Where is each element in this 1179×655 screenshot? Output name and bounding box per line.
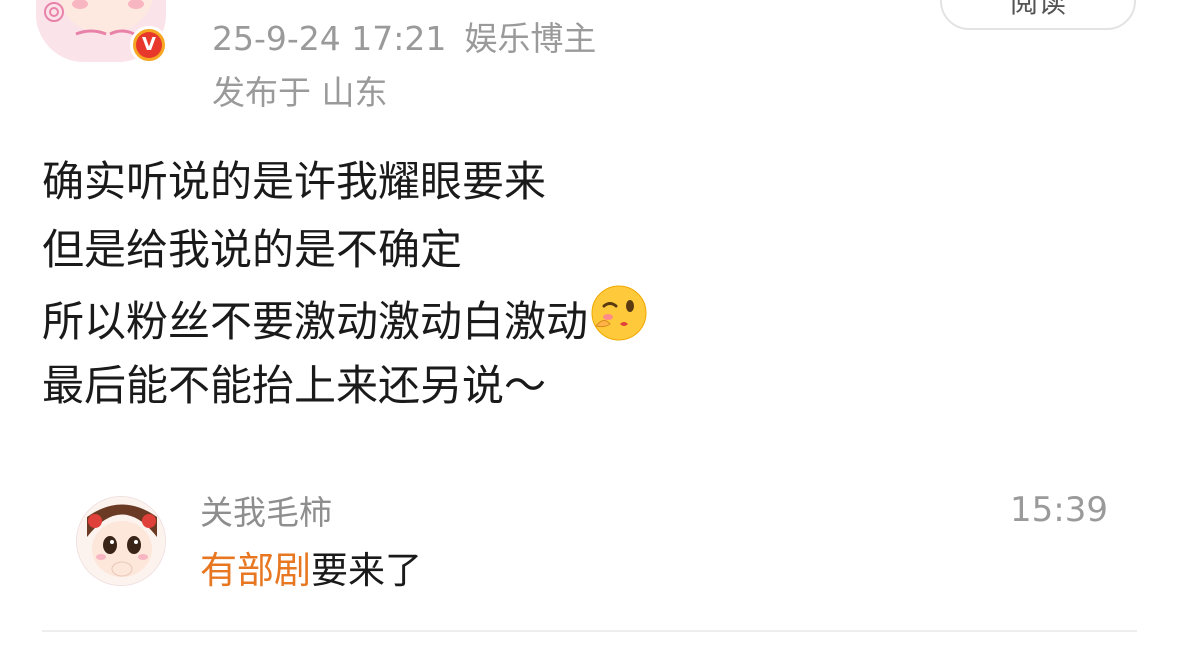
comment-text: 有部剧要来了 xyxy=(200,540,422,594)
read-button[interactable]: 阅读 xyxy=(940,0,1136,30)
cartoon-girl-commenter-icon xyxy=(77,497,165,585)
verified-badge-icon: V xyxy=(130,26,168,64)
post-line-3-row: 所以粉丝不要激动激动白激动 xyxy=(42,284,648,352)
post-line-3: 所以粉丝不要激动激动白激动 xyxy=(42,297,589,346)
post-line-1: 确实听说的是许我耀眼要来 xyxy=(42,157,547,206)
author-role: 娱乐博主 xyxy=(464,19,597,58)
post-location: 发布于 山东 xyxy=(212,73,388,112)
comment-highlight-link[interactable]: 有部剧 xyxy=(200,549,311,592)
post-line-4: 最后能不能抬上来还另说～ xyxy=(42,361,547,410)
wink-kiss-emoji-icon xyxy=(590,284,648,362)
comment-time: 15:39 xyxy=(1010,490,1108,530)
divider xyxy=(42,630,1137,632)
commenter-avatar[interactable] xyxy=(76,496,166,586)
comment-rest: 要来了 xyxy=(311,549,422,592)
post-body: 确实听说的是许我耀眼要来 但是给我说的是不确定 所以粉丝不要激动激动白激动 最后… xyxy=(42,148,648,420)
post-date: 25-9-24 17:21 xyxy=(212,19,447,58)
post-line-2: 但是给我说的是不确定 xyxy=(42,225,463,274)
comment-author[interactable]: 关我毛柿 xyxy=(200,486,332,534)
post-meta: 25-9-24 17:21 娱乐博主 xyxy=(212,12,596,60)
